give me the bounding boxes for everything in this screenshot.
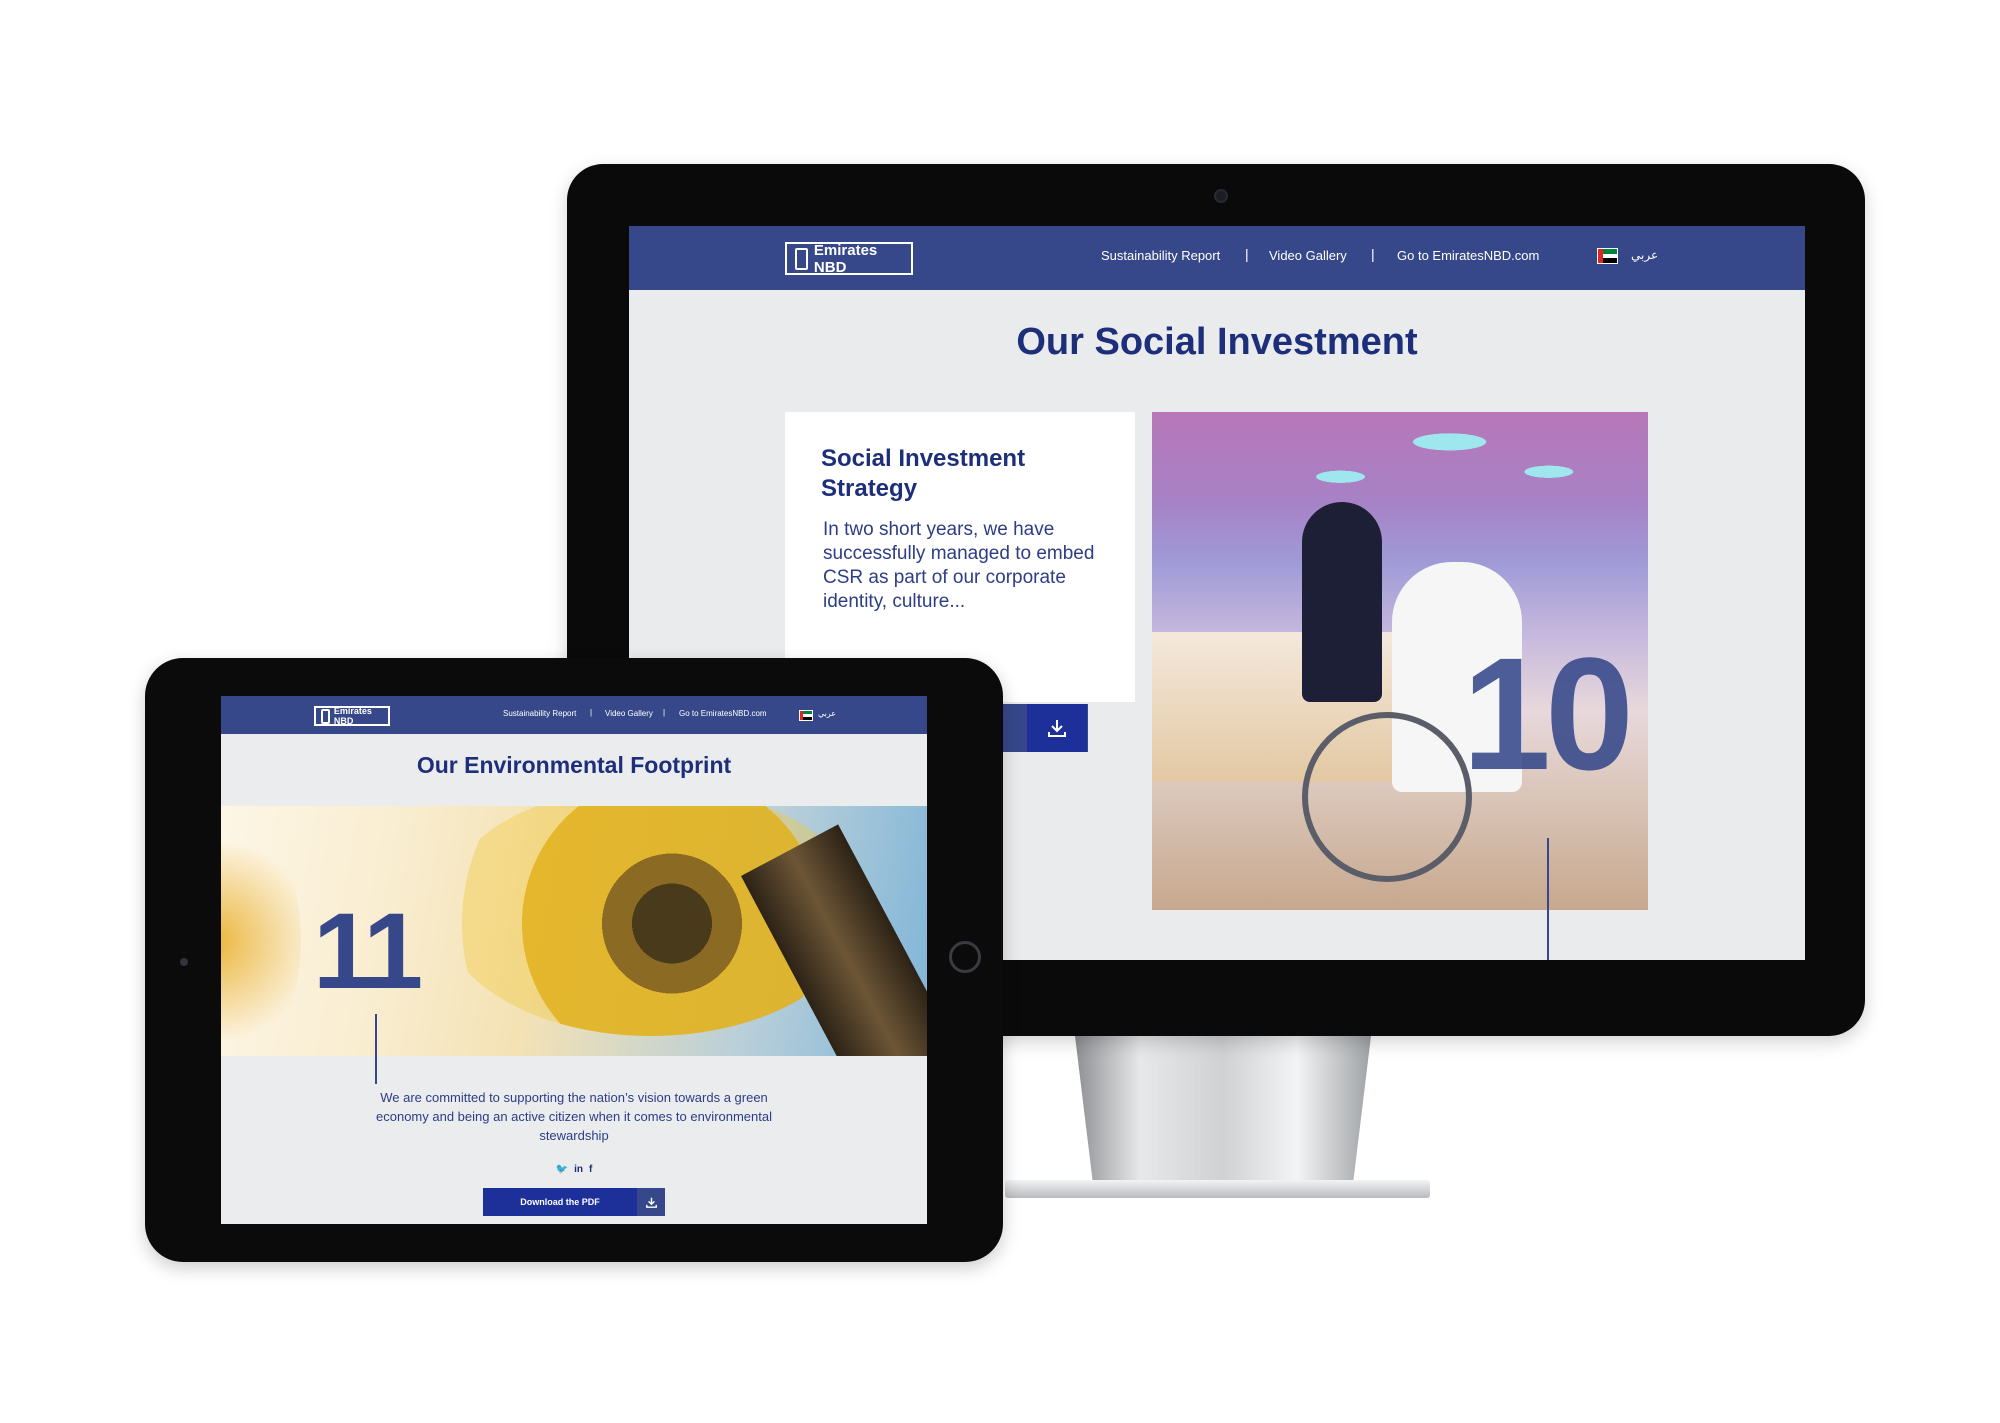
section-description: We are committed to supporting the natio… bbox=[376, 1090, 772, 1143]
divider-line bbox=[375, 1014, 377, 1084]
staff-figure bbox=[1302, 502, 1382, 702]
uae-flag-icon[interactable] bbox=[1597, 248, 1618, 264]
language-switch-arabic[interactable]: عربي bbox=[1631, 248, 1658, 262]
emirates-nbd-logo[interactable]: Emirates NBD bbox=[785, 241, 913, 276]
nav-separator: | bbox=[1371, 246, 1375, 262]
download-button[interactable] bbox=[1027, 704, 1087, 752]
nav-link-sustainability-report[interactable]: Sustainability Report bbox=[503, 709, 576, 718]
top-navigation-bar: Emirates NBD Sustainability Report | Vid… bbox=[221, 696, 927, 734]
card-title: Social Investment Strategy bbox=[821, 445, 1026, 502]
nav-separator: | bbox=[663, 708, 666, 717]
page-title: Our Environmental Footprint bbox=[416, 752, 732, 778]
uae-flag-icon[interactable] bbox=[799, 710, 813, 721]
nav-separator: | bbox=[1245, 246, 1249, 262]
banking-hall-photo: 10 bbox=[1152, 412, 1648, 910]
home-button[interactable] bbox=[949, 941, 981, 973]
nav-link-sustainability-report[interactable]: Sustainability Report bbox=[1101, 248, 1220, 263]
social-links: 🐦 in f bbox=[221, 1164, 927, 1175]
download-icon bbox=[637, 1188, 665, 1216]
card-text: In two short years, we have successfully… bbox=[823, 519, 1095, 612]
emirates-nbd-logo[interactable]: Emirates NBD bbox=[314, 706, 390, 726]
chapter-number: 11 bbox=[313, 890, 423, 1011]
tablet-camera-icon bbox=[180, 958, 188, 966]
download-pdf-button[interactable]: Download the PDF bbox=[483, 1188, 665, 1216]
logo-text: Emirates NBD bbox=[813, 241, 878, 276]
tablet-device: Emirates NBD Sustainability Report | Vid… bbox=[145, 658, 1003, 1262]
facebook-icon[interactable]: f bbox=[589, 1164, 592, 1175]
nav-link-video-gallery[interactable]: Video Gallery bbox=[1269, 248, 1347, 263]
palm-tree-photo: 11 bbox=[221, 806, 927, 1056]
logo-text: Emirates NBD bbox=[333, 706, 372, 726]
webcam-icon bbox=[1214, 189, 1228, 203]
nav-link-emiratesnbd[interactable]: Go to EmiratesNBD.com bbox=[679, 709, 767, 718]
tablet-screen: Emirates NBD Sustainability Report | Vid… bbox=[221, 696, 927, 1224]
nav-link-emiratesnbd[interactable]: Go to EmiratesNBD.com bbox=[1397, 248, 1539, 263]
top-navigation-bar: Emirates NBD Sustainability Report | Vid… bbox=[629, 226, 1805, 290]
linkedin-icon[interactable]: in bbox=[574, 1164, 583, 1175]
twitter-icon[interactable]: 🐦 bbox=[556, 1164, 568, 1175]
wheelchair-wheel bbox=[1302, 712, 1472, 882]
download-pdf-label: Download the PDF bbox=[520, 1197, 600, 1207]
page-title: Our Social Investment bbox=[1016, 321, 1418, 363]
palm-fronds-left bbox=[221, 826, 301, 1056]
monitor-stand-base bbox=[1005, 1180, 1430, 1198]
divider-line bbox=[1547, 838, 1549, 960]
chapter-number: 10 bbox=[1462, 624, 1634, 803]
logo-mark-icon bbox=[321, 708, 330, 724]
logo-mark-icon bbox=[795, 247, 808, 270]
nav-link-video-gallery[interactable]: Video Gallery bbox=[605, 709, 653, 718]
monitor-stand-neck bbox=[1075, 1036, 1371, 1182]
language-switch-arabic[interactable]: عربي bbox=[818, 709, 836, 718]
nav-separator: | bbox=[590, 708, 593, 717]
download-icon bbox=[1048, 720, 1066, 737]
